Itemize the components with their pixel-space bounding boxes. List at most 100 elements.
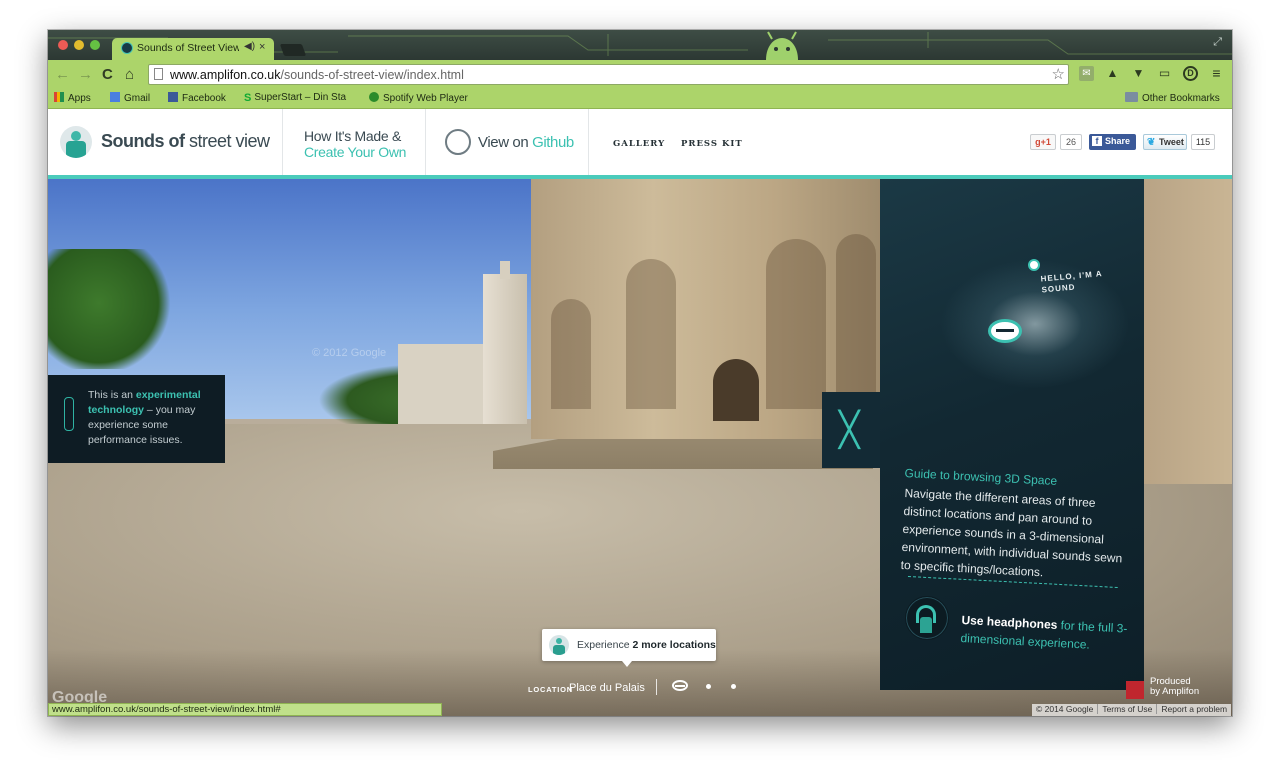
bookmark-superstart[interactable]: S SuperStart – Din Sta	[244, 92, 354, 103]
bookmark-label: Other Bookmarks	[1142, 93, 1220, 104]
drive-extension-icon[interactable]: ▲	[1105, 66, 1120, 81]
palace-right-wall	[1143, 179, 1232, 484]
site-header: Sounds of street view How It's Made & Cr…	[48, 109, 1232, 175]
location-value: Place du Palais	[569, 682, 645, 694]
bookmark-gmail[interactable]: Gmail	[110, 92, 150, 104]
nav-gallery[interactable]: GALLERY	[613, 139, 665, 149]
chrome-menu-icon[interactable]: ≡	[1209, 66, 1224, 81]
window-minimize-button[interactable]	[74, 40, 84, 50]
window-zoom-button[interactable]	[90, 40, 100, 50]
google-plus-count: 26	[1060, 134, 1082, 150]
person-avatar-icon	[549, 635, 569, 655]
experience-pre: Experience	[577, 639, 633, 651]
github-label-b: Github	[528, 134, 574, 151]
amplifon-logo-icon	[1126, 681, 1144, 699]
new-tab-button[interactable]	[279, 44, 307, 56]
view-on-github-link[interactable]: View on Github	[478, 134, 574, 151]
browser-toolbar: ← → C ⌂ www.amplifon.co.uk/sounds-of-str…	[48, 60, 1232, 90]
logo-bold: Sounds of	[101, 131, 185, 151]
github-icon[interactable]	[445, 129, 471, 155]
how-its-made-line2: Create Your Own	[304, 144, 407, 160]
palace-portal	[713, 359, 759, 421]
location-separator	[656, 679, 657, 695]
bookmark-apps[interactable]: Apps	[54, 92, 91, 104]
how-its-made-line1: How It's Made &	[304, 128, 401, 144]
google-plus-button[interactable]: g+1	[1030, 134, 1056, 150]
back-arrow-icon[interactable]: ←	[55, 65, 70, 85]
experimental-notice: This is an experimental technology – you…	[48, 375, 225, 463]
reload-icon[interactable]: C	[102, 65, 113, 85]
d-extension-icon[interactable]: D	[1183, 66, 1198, 81]
close-x-icon[interactable]: ╳	[839, 413, 859, 447]
footer-copyright: © 2014 Google	[1032, 704, 1099, 714]
bookmark-star-icon[interactable]: ☆	[1052, 65, 1065, 83]
experience-bold: 2 more locations	[632, 639, 716, 651]
site-favicon-icon	[121, 42, 133, 54]
tweet-button[interactable]: ❦ Tweet	[1143, 134, 1187, 150]
web-page: Sounds of street view How It's Made & Cr…	[48, 109, 1232, 716]
pocket-extension-icon[interactable]: ▼	[1131, 66, 1146, 81]
produced-text: Produced by Amplifon	[1150, 677, 1199, 697]
tab-bar: Sounds of Street View b ◀) × ⤢	[48, 30, 1232, 60]
tab-title: Sounds of Street View b	[137, 42, 239, 54]
experience-more-locations-button[interactable]: Experience 2 more locations	[542, 629, 716, 667]
header-divider	[282, 109, 283, 175]
notice-pre: This is an	[88, 389, 136, 401]
home-icon[interactable]: ⌂	[125, 65, 134, 85]
sound-dot-icon	[1028, 259, 1040, 271]
apps-grid-icon	[54, 92, 64, 102]
map-watermark: © 2012 Google	[312, 347, 387, 359]
street-view-panorama[interactable]: © 2012 Google Google This is an experime…	[48, 179, 1232, 716]
location-dot-2[interactable]	[706, 684, 711, 689]
tab-sounds-of-street-view[interactable]: Sounds of Street View b ◀) ×	[112, 38, 274, 60]
facebook-share-label: Share	[1105, 136, 1131, 146]
headphones-strong: Use headphones	[961, 612, 1058, 633]
bookmark-facebook[interactable]: Facebook	[168, 92, 226, 104]
experience-text: Experience 2 more locations	[577, 639, 716, 651]
forward-arrow-icon[interactable]: →	[78, 65, 93, 85]
header-divider	[425, 109, 426, 175]
facebook-icon	[168, 92, 178, 102]
produced-line2: by Amplifon	[1150, 686, 1200, 697]
location-dot-3[interactable]	[731, 684, 736, 689]
how-its-made-link[interactable]: How It's Made & Create Your Own	[304, 128, 406, 160]
url-path: /sounds-of-street-view/index.html	[280, 68, 464, 82]
url-domain: www.amplifon.co.uk	[170, 68, 281, 82]
mail-extension-icon[interactable]: ✉	[1079, 66, 1094, 81]
bookmark-label: Gmail	[124, 93, 151, 104]
address-bar[interactable]: www.amplifon.co.uk/sounds-of-street-view…	[148, 64, 1069, 85]
map-footer: © 2014 Google Terms of Use Report a proble…	[1032, 704, 1232, 716]
facebook-f-icon: f	[1092, 136, 1102, 146]
bookmark-label: Apps	[68, 93, 91, 104]
bookmark-other[interactable]: Other Bookmarks	[1125, 92, 1220, 104]
bookmark-label: SuperStart – Din Sta	[254, 92, 347, 103]
church-building	[398, 344, 488, 424]
site-logo-text[interactable]: Sounds of street view	[101, 131, 270, 152]
tweet-count: 115	[1191, 134, 1215, 150]
sound-emitter-bar	[996, 329, 1014, 332]
notice-text: This is an experimental technology – you…	[88, 388, 220, 448]
cast-extension-icon[interactable]: ▭	[1157, 66, 1172, 81]
bell-tower	[483, 274, 527, 424]
status-bar: www.amplifon.co.uk/sounds-of-street-view…	[48, 703, 442, 716]
twitter-bird-icon: ❦	[1147, 137, 1156, 148]
window-close-button[interactable]	[58, 40, 68, 50]
bookmarks-bar: Apps Gmail Facebook S SuperStart – Din St…	[48, 90, 1232, 109]
superstart-icon: S	[244, 92, 252, 103]
speaker-icon[interactable]: ◀)	[244, 41, 255, 52]
guide-close-tab[interactable]: ╳	[822, 392, 882, 468]
tab-close-icon[interactable]: ×	[259, 41, 265, 53]
nav-press-kit[interactable]: PRESS KIT	[681, 139, 743, 149]
site-logo-icon[interactable]	[60, 126, 92, 158]
header-divider	[588, 109, 589, 175]
bookmark-spotify[interactable]: Spotify Web Player	[369, 92, 468, 104]
produced-by-amplifon[interactable]: Produced by Amplifon	[1126, 677, 1230, 701]
tweet-label: Tweet	[1159, 137, 1184, 147]
fullscreen-icon[interactable]: ⤢	[1213, 36, 1222, 49]
footer-report[interactable]: Report a problem	[1157, 704, 1231, 714]
github-label-a: View on	[478, 134, 529, 151]
facebook-share-button[interactable]: f Share	[1089, 134, 1136, 150]
logo-light: street view	[184, 131, 270, 151]
guide-panel: HELLO, I'M A SOUND Guide to browsing 3D …	[880, 179, 1144, 690]
footer-terms[interactable]: Terms of Use	[1098, 704, 1158, 714]
